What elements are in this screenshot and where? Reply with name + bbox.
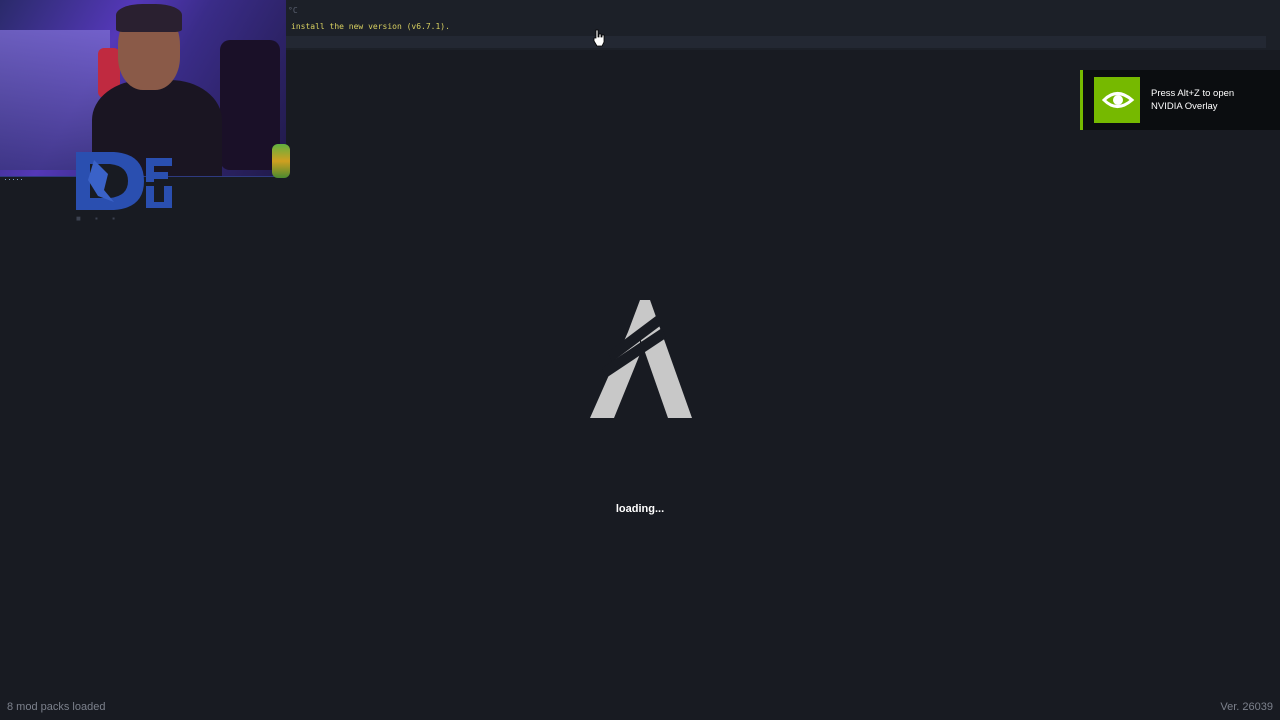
nvidia-toast-text: Press Alt+Z to open NVIDIA Overlay [1151, 87, 1280, 113]
nvidia-logo-icon [1094, 77, 1140, 123]
game-logo-icon [590, 300, 692, 418]
mods-loaded-count: 8 mod packs loaded [7, 701, 106, 713]
nvidia-overlay-toast[interactable]: Press Alt+Z to open NVIDIA Overlay [1080, 70, 1280, 130]
hand-cursor-icon [593, 29, 605, 47]
streamer-logo-icon [76, 152, 172, 210]
console-bar: °C install the new version (v6.7.1). [286, 0, 1280, 50]
console-message: install the new version (v6.7.1). [291, 22, 450, 31]
soda-can-icon [272, 144, 290, 178]
console-input[interactable] [286, 36, 1266, 48]
loading-status: loading... [615, 503, 665, 515]
console-temperature: °C [288, 6, 298, 15]
nvidia-toast-line2: NVIDIA Overlay [1151, 101, 1218, 112]
streamer-cap [116, 4, 182, 32]
gaming-chair [220, 40, 280, 170]
logo-subtext: ■ ▪ ▪ [76, 214, 121, 223]
version-label: Ver. 26039 [1220, 701, 1273, 713]
status-dots: ····· [4, 174, 24, 184]
nvidia-toast-line1: Press Alt+Z to open [1151, 88, 1235, 99]
